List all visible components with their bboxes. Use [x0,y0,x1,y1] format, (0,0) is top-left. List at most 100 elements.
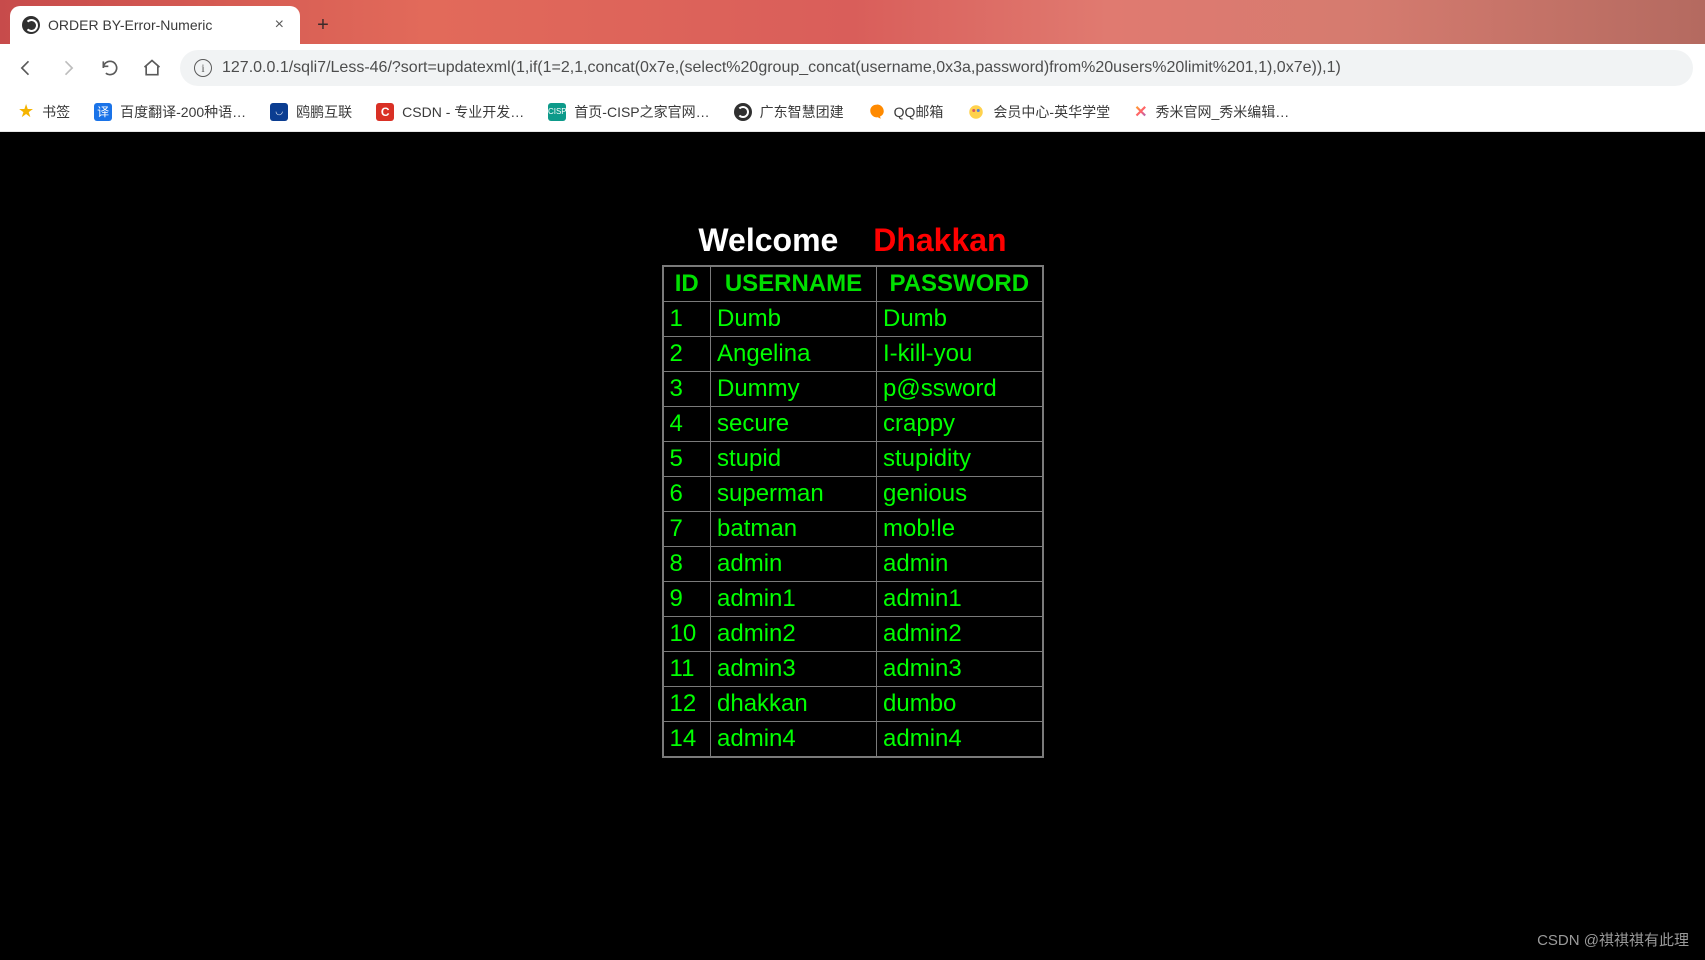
table-header-row: ID USERNAME PASSWORD [663,266,1043,302]
cisp-icon: CISP [548,103,566,121]
csdn-icon: C [376,103,394,121]
cell-id: 2 [663,337,711,372]
close-icon[interactable]: × [271,14,288,36]
tab-title: ORDER BY-Error-Numeric [48,17,263,33]
cell-username: admin [711,547,877,582]
bookmark-label: 广东智慧团建 [760,102,844,122]
bookmark-item[interactable]: ◡ 鸥鹏互联 [270,102,352,122]
users-table: ID USERNAME PASSWORD 1DumbDumb2AngelinaI… [662,265,1044,758]
table-row: 10admin2admin2 [663,617,1043,652]
address-row: i 127.0.0.1/sqli7/Less-46/?sort=updatexm… [0,44,1705,92]
cell-id: 10 [663,617,711,652]
cell-password: dumbo [877,687,1043,722]
table-row: 2AngelinaI-kill-you [663,337,1043,372]
table-row: 1DumbDumb [663,302,1043,337]
cell-password: admin1 [877,582,1043,617]
bookmark-item[interactable]: 广东智慧团建 [734,102,844,122]
cell-password: crappy [877,407,1043,442]
bookmark-item[interactable]: QQ邮箱 [868,102,944,122]
cell-id: 9 [663,582,711,617]
cell-password: p@ssword [877,372,1043,407]
address-bar[interactable]: i 127.0.0.1/sqli7/Less-46/?sort=updatexm… [180,50,1693,86]
table-row: 8adminadmin [663,547,1043,582]
table-row: 6supermangenious [663,477,1043,512]
table-row: 7batmanmob!le [663,512,1043,547]
cell-username: admin2 [711,617,877,652]
watermark: CSDN @祺祺祺有此理 [1537,929,1689,950]
bookmark-item[interactable]: ✕ 秀米官网_秀米编辑… [1134,102,1289,122]
site-icon [734,103,752,121]
cell-id: 3 [663,372,711,407]
bookmark-item[interactable]: 会员中心-英华学堂 [967,102,1110,122]
bookmark-label: 首页-CISP之家官网… [574,102,709,122]
cell-password: I-kill-you [877,337,1043,372]
tab-favicon [22,16,40,34]
bookmarks-bar: ★ 书签 译 百度翻译-200种语… ◡ 鸥鹏互联 C CSDN - 专业开发…… [0,92,1705,132]
bookmark-label: QQ邮箱 [894,102,944,122]
cell-id: 12 [663,687,711,722]
bookmark-label: CSDN - 专业开发… [402,102,524,122]
page-content: Welcome Dhakkan ID USERNAME PASSWORD 1Du… [0,132,1705,960]
brand-text: Dhakkan [873,222,1006,258]
back-button[interactable] [12,54,40,82]
table-row: 5stupidstupidity [663,442,1043,477]
table-row: 4securecrappy [663,407,1043,442]
cell-username: admin3 [711,652,877,687]
table-row: 14admin4admin4 [663,722,1043,758]
col-id: ID [663,266,711,302]
table-row: 12dhakkandumbo [663,687,1043,722]
bookmark-label: 百度翻译-200种语… [120,102,246,122]
cell-password: Dumb [877,302,1043,337]
bookmark-label: 会员中心-英华学堂 [993,102,1110,122]
bookmarks-label: 书签 [42,102,70,122]
cell-username: dhakkan [711,687,877,722]
site-icon: ◡ [270,103,288,121]
cell-password: admin3 [877,652,1043,687]
bookmark-item[interactable]: 译 百度翻译-200种语… [94,102,246,122]
cell-username: stupid [711,442,877,477]
browser-tab[interactable]: ORDER BY-Error-Numeric × [10,6,300,44]
reload-button[interactable] [96,54,124,82]
cell-password: admin [877,547,1043,582]
xiumi-icon: ✕ [1134,102,1147,122]
bookmark-label: 鸥鹏互联 [296,102,352,122]
cell-username: Dummy [711,372,877,407]
site-icon [967,103,985,121]
home-button[interactable] [138,54,166,82]
col-username: USERNAME [711,266,877,302]
cell-id: 6 [663,477,711,512]
cell-username: secure [711,407,877,442]
cell-id: 7 [663,512,711,547]
bookmarks-folder[interactable]: ★ 书签 [18,101,70,122]
cell-username: admin1 [711,582,877,617]
cell-password: admin4 [877,722,1043,758]
welcome-text: Welcome [698,222,838,258]
cell-id: 5 [663,442,711,477]
translate-icon: 译 [94,103,112,121]
table-row: 9admin1admin1 [663,582,1043,617]
cell-password: admin2 [877,617,1043,652]
cell-password: mob!le [877,512,1043,547]
forward-button[interactable] [54,54,82,82]
star-icon: ★ [18,101,34,122]
cell-username: Dumb [711,302,877,337]
page-heading: Welcome Dhakkan [698,222,1006,259]
cell-password: genious [877,477,1043,512]
new-tab-button[interactable]: + [308,10,338,40]
bookmark-item[interactable]: CISP 首页-CISP之家官网… [548,102,709,122]
qqmail-icon [868,103,886,121]
cell-id: 4 [663,407,711,442]
browser-chrome: ORDER BY-Error-Numeric × + i 127.0.0.1/s… [0,0,1705,132]
url-text: 127.0.0.1/sqli7/Less-46/?sort=updatexml(… [222,59,1341,77]
cell-username: admin4 [711,722,877,758]
cell-id: 14 [663,722,711,758]
col-password: PASSWORD [877,266,1043,302]
bookmark-item[interactable]: C CSDN - 专业开发… [376,102,524,122]
table-row: 3Dummyp@ssword [663,372,1043,407]
tab-strip: ORDER BY-Error-Numeric × + [0,0,1705,44]
cell-username: superman [711,477,877,512]
cell-id: 8 [663,547,711,582]
cell-username: Angelina [711,337,877,372]
site-info-icon[interactable]: i [194,59,212,77]
table-row: 11admin3admin3 [663,652,1043,687]
